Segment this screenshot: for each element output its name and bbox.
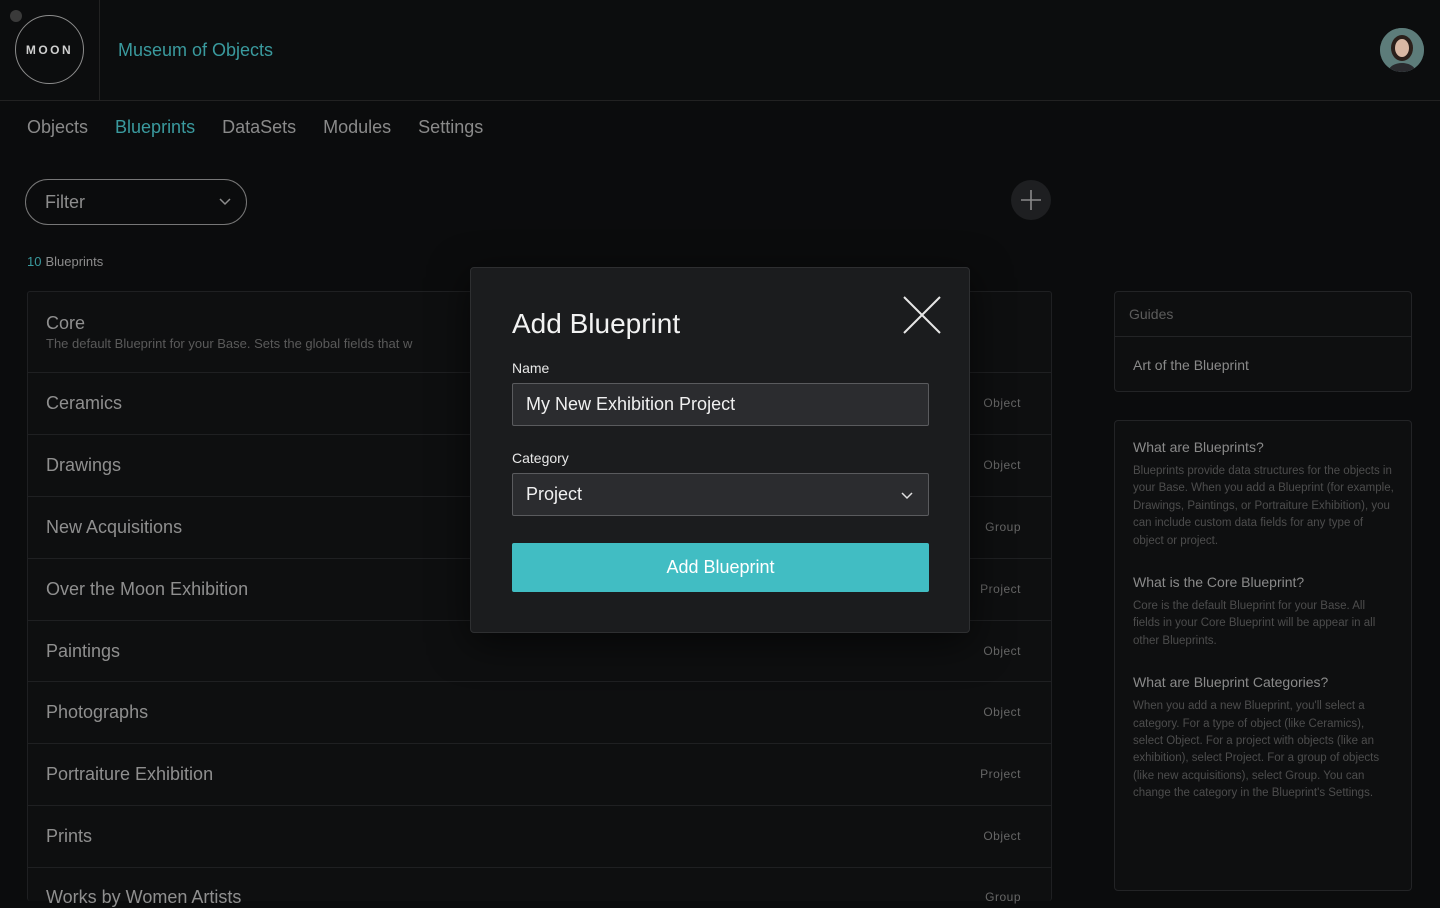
faq-question: What are Blueprint Categories?	[1133, 674, 1329, 691]
faq-answer: Blueprints provide data structures for t…	[1133, 465, 1394, 547]
org-name[interactable]: Museum of Objects	[118, 40, 273, 61]
faq-question: What is the Core Blueprint?	[1133, 574, 1305, 591]
blueprint-name: Core	[46, 313, 86, 333]
blueprint-name: Prints	[46, 826, 93, 846]
guides-heading: Guides	[1115, 292, 1411, 337]
blueprint-category: Object	[983, 396, 1021, 410]
blueprint-name: Drawings	[46, 455, 122, 475]
tab-settings[interactable]: Settings	[418, 117, 483, 138]
list-item[interactable]: Works by Women Artists Group	[28, 868, 1051, 907]
blueprint-name: Over the Moon Exhibition	[46, 579, 249, 599]
list-item[interactable]: Photographs Object	[28, 682, 1051, 744]
blueprint-description: The default Blueprint for your Base. Set…	[46, 336, 413, 351]
add-blueprint-modal: Add Blueprint Name My New Exhibition Pro…	[470, 267, 970, 633]
faq-answer: When you add a new Blueprint, you'll sel…	[1133, 700, 1380, 800]
count-label: Blueprints	[45, 254, 104, 269]
modal-title: Add Blueprint	[512, 308, 681, 339]
chevron-down-icon	[901, 492, 913, 500]
faq-panel: What are Blueprints? Blueprints provide …	[1114, 420, 1412, 891]
chevron-down-icon	[219, 198, 231, 206]
blueprint-name: Works by Women Artists	[46, 887, 242, 907]
main-nav: Objects Blueprints DataSets Modules Sett…	[27, 117, 483, 138]
blueprint-name: Ceramics	[46, 393, 123, 413]
blueprint-category: Project	[980, 767, 1021, 781]
blueprint-category: Object	[983, 705, 1021, 719]
name-label: Name	[512, 360, 550, 376]
list-item[interactable]: Prints Object	[28, 806, 1051, 868]
name-input[interactable]: My New Exhibition Project	[512, 383, 929, 426]
logo-cell: MOON	[0, 0, 100, 100]
category-select[interactable]: Project	[512, 473, 929, 516]
tab-modules[interactable]: Modules	[323, 117, 391, 138]
blueprint-category: Project	[980, 582, 1021, 596]
faq-question: What are Blueprints?	[1133, 439, 1264, 455]
moon-logo[interactable]: MOON	[15, 15, 84, 84]
blueprint-name: New Acquisitions	[46, 517, 183, 537]
list-item[interactable]: Portraiture Exhibition Project	[28, 744, 1051, 806]
count-number: 10	[27, 254, 42, 269]
blueprint-category: Group	[985, 520, 1021, 534]
guide-link[interactable]: Art of the Blueprint	[1115, 337, 1411, 393]
user-avatar[interactable]	[1380, 28, 1424, 72]
add-blueprint-button[interactable]	[1011, 180, 1051, 220]
blueprint-category: Object	[983, 458, 1021, 472]
guides-panel: Guides Art of the Blueprint	[1114, 291, 1412, 392]
blueprint-category: Object	[983, 644, 1021, 658]
blueprint-count: 10 Blueprints	[27, 254, 103, 269]
blueprint-name: Portraiture Exhibition	[46, 764, 214, 784]
blueprint-name: Paintings	[46, 641, 121, 661]
close-icon[interactable]	[903, 296, 941, 334]
category-value: Project	[526, 484, 583, 504]
tab-objects[interactable]: Objects	[27, 117, 88, 138]
filter-dropdown[interactable]: Filter	[25, 179, 247, 225]
app-header: MOON Museum of Objects	[0, 0, 1440, 101]
blueprint-name: Photographs	[46, 702, 149, 722]
plus-icon	[1021, 190, 1041, 210]
tab-datasets[interactable]: DataSets	[222, 117, 296, 138]
category-label: Category	[512, 450, 569, 466]
blueprint-category: Object	[983, 829, 1021, 843]
blueprint-category: Group	[985, 890, 1021, 904]
avatar-image	[1380, 28, 1424, 72]
filter-label: Filter	[45, 191, 85, 212]
tab-blueprints[interactable]: Blueprints	[115, 117, 195, 138]
faq-answer: Core is the default Blueprint for your B…	[1133, 600, 1376, 647]
add-blueprint-submit-button[interactable]: Add Blueprint	[512, 543, 929, 592]
